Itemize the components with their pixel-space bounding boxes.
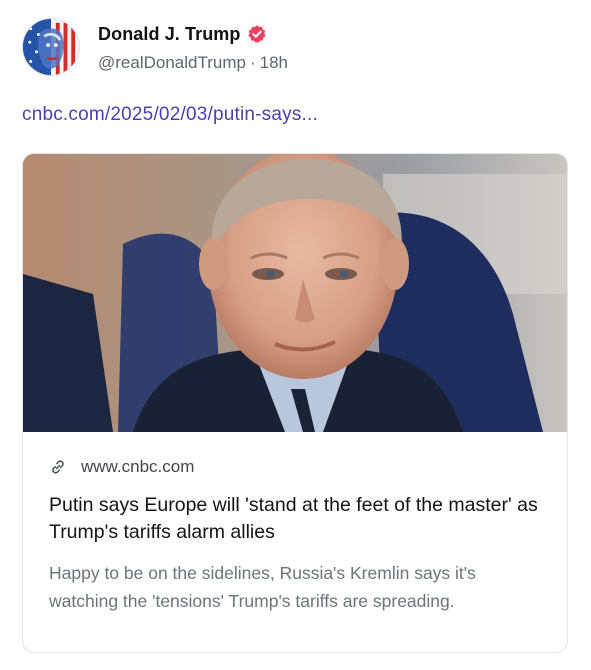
author-name-row: Donald J. Trump (98, 20, 288, 48)
author-display-name[interactable]: Donald J. Trump (98, 24, 241, 45)
card-domain-row: www.cnbc.com (49, 456, 543, 478)
avatar-portrait-icon (23, 19, 79, 75)
author-avatar[interactable] (22, 18, 80, 76)
author-info: Donald J. Trump @realDonaldTrump · 18h (98, 18, 288, 73)
link-icon (52, 460, 64, 474)
post-header: Donald J. Trump @realDonaldTrump · 18h (22, 18, 288, 76)
card-description: Happy to be on the sidelines, Russia's K… (49, 563, 476, 611)
post-timestamp[interactable]: 18h (260, 53, 288, 72)
post-link[interactable]: cnbc.com/2025/02/03/putin-says... (22, 104, 318, 126)
meta-separator: · (249, 53, 256, 72)
author-meta: @realDonaldTrump · 18h (98, 53, 288, 73)
link-preview-card[interactable]: www.cnbc.com Putin says Europe will 'sta… (22, 153, 568, 653)
author-handle[interactable]: @realDonaldTrump (98, 53, 246, 72)
card-title[interactable]: Putin says Europe will 'stand at the fee… (49, 492, 543, 546)
article-photo-icon (23, 154, 567, 432)
verified-badge-icon (247, 25, 266, 43)
card-body: www.cnbc.com Putin says Europe will 'sta… (23, 432, 567, 615)
article-image[interactable] (23, 154, 567, 432)
card-domain: www.cnbc.com (81, 457, 195, 476)
